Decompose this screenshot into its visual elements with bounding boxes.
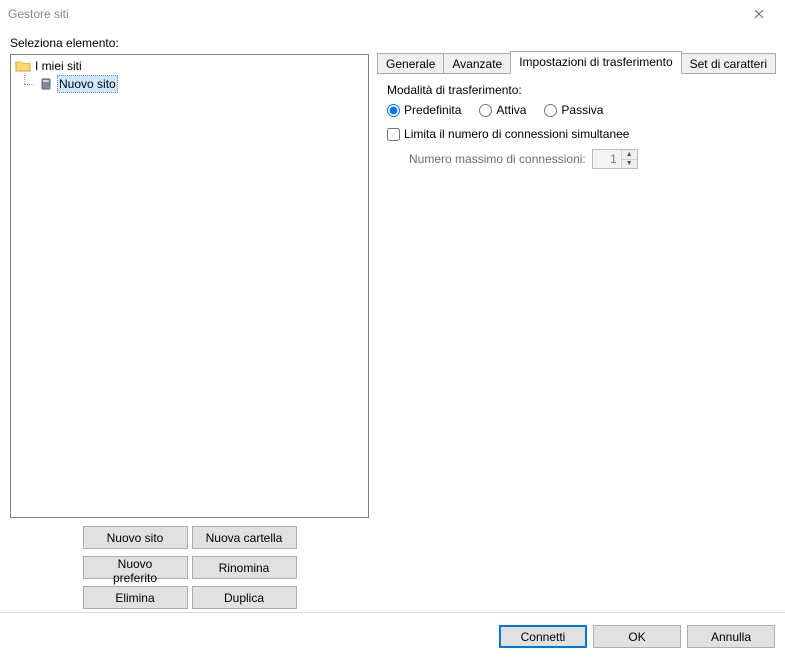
transfer-mode-radios: Predefinita Attiva Passiva [387,103,765,117]
new-folder-button[interactable]: Nuova cartella [192,526,297,549]
select-element-label: Seleziona elemento: [10,36,369,50]
radio-default-label: Predefinita [404,103,461,117]
tab-general[interactable]: Generale [377,53,444,74]
radio-active-label: Attiva [496,103,526,117]
window-title: Gestore siti [8,7,739,21]
left-pane: Seleziona elemento: I miei siti [10,36,369,612]
tree-root-label: I miei siti [35,57,82,75]
radio-passive-label: Passiva [561,103,603,117]
right-pane: Generale Avanzate Impostazioni di trasfe… [377,36,775,612]
new-bookmark-button[interactable]: Nuovo preferito [83,556,188,579]
tab-advanced[interactable]: Avanzate [443,53,511,74]
radio-passive[interactable]: Passiva [544,103,603,117]
site-tree[interactable]: I miei siti Nuovo sito [10,54,369,518]
new-site-button[interactable]: Nuovo sito [83,526,188,549]
radio-default[interactable]: Predefinita [387,103,461,117]
tree-root-item[interactable]: I miei siti [11,57,368,75]
tree-child-item[interactable]: Nuovo sito [11,75,368,93]
limit-connections-row: Limita il numero di connessioni simultan… [387,127,765,141]
tree-child-label: Nuovo sito [57,75,118,93]
max-connections-input[interactable] [593,150,621,168]
server-icon [39,77,53,91]
radio-active-input[interactable] [479,104,492,117]
spinner-down-icon[interactable]: ▼ [622,160,637,169]
limit-connections-checkbox[interactable] [387,128,400,141]
limit-connections-label: Limita il numero di connessioni simultan… [404,127,629,141]
radio-passive-input[interactable] [544,104,557,117]
folder-icon [15,59,31,73]
dialog-footer: Connetti OK Annulla [0,612,785,660]
titlebar: Gestore siti [0,0,785,28]
ok-button[interactable]: OK [593,625,681,648]
rename-button[interactable]: Rinomina [192,556,297,579]
close-button[interactable] [739,0,779,28]
transfer-tab-page: Modalità di trasferimento: Predefinita A… [377,73,775,612]
duplicate-button[interactable]: Duplica [192,586,297,609]
max-connections-label: Numero massimo di connessioni: [409,152,586,166]
connect-button[interactable]: Connetti [499,625,587,648]
max-connections-row: Numero massimo di connessioni: ▲ ▼ [387,149,765,169]
transfer-mode-label: Modalità di trasferimento: [387,83,765,97]
spinner-arrows: ▲ ▼ [621,150,637,168]
max-connections-spinner[interactable]: ▲ ▼ [592,149,638,169]
left-button-grid: Nuovo sito Nuova cartella Nuovo preferit… [83,526,297,612]
tree-line-icon [15,75,39,93]
spinner-up-icon[interactable]: ▲ [622,150,637,160]
tab-transfer[interactable]: Impostazioni di trasferimento [510,51,681,74]
radio-active[interactable]: Attiva [479,103,526,117]
close-icon [754,6,764,22]
radio-default-input[interactable] [387,104,400,117]
delete-button[interactable]: Elimina [83,586,188,609]
tab-strip: Generale Avanzate Impostazioni di trasfe… [377,52,775,74]
cancel-button[interactable]: Annulla [687,625,775,648]
tab-charset[interactable]: Set di caratteri [681,53,776,74]
